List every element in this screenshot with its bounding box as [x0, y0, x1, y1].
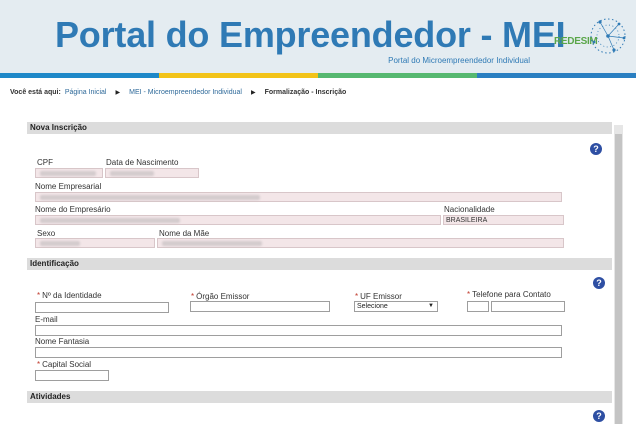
breadcrumb-lead: Você está aqui:: [10, 89, 61, 96]
nacionalidade-label: Nacionalidade: [444, 205, 495, 214]
nacionalidade-field: BRASILEIRA: [443, 215, 564, 225]
help-icon[interactable]: ?: [593, 410, 605, 422]
email-label: E-mail: [35, 315, 58, 324]
nome-empresarial-label: Nome Empresarial: [35, 182, 102, 191]
nome-empresario-field: [35, 215, 441, 225]
breadcrumb-arrow-icon: ▶: [115, 90, 121, 96]
orgao-emissor-input[interactable]: [190, 301, 330, 312]
identidade-input[interactable]: [35, 302, 169, 313]
capital-social-label: * Capital Social: [37, 360, 92, 369]
section-atividades: Atividades: [27, 391, 612, 403]
telefone-label: * Telefone para Contato: [467, 290, 551, 299]
nome-mae-label: Nome da Mãe: [159, 229, 210, 238]
breadcrumb-home-link[interactable]: Página Inicial: [65, 89, 107, 96]
breadcrumb: Você está aqui: Página Inicial ▶ MEI - M…: [10, 89, 346, 96]
help-icon[interactable]: ?: [590, 143, 602, 155]
cpf-label: CPF: [37, 158, 53, 167]
scrollbar-thumb[interactable]: [615, 134, 622, 424]
capital-social-input[interactable]: [35, 370, 109, 381]
nome-empresarial-field: [35, 192, 562, 202]
sexo-label: Sexo: [37, 229, 56, 238]
uf-emissor-label: * UF Emissor: [355, 292, 402, 301]
nome-fantasia-label: Nome Fantasia: [35, 337, 90, 346]
telefone-numero-input[interactable]: [491, 301, 565, 312]
header-color-strip: [0, 73, 636, 78]
nascimento-label: Data de Nascimento: [106, 158, 179, 167]
identidade-label: * Nº da Identidade: [37, 291, 102, 300]
uf-emissor-select[interactable]: Selecione ▼: [354, 301, 438, 312]
page-subtitle: Portal do Microempreendedor Individual: [388, 56, 530, 65]
help-icon[interactable]: ?: [593, 277, 605, 289]
breadcrumb-arrow-icon: ▶: [250, 90, 256, 96]
nome-fantasia-input[interactable]: [35, 347, 562, 358]
chevron-down-icon: ▼: [428, 303, 434, 309]
section-identificacao: Identificação: [27, 258, 612, 270]
nome-empresario-label: Nome do Empresário: [35, 205, 111, 214]
nacionalidade-value: BRASILEIRA: [446, 217, 488, 224]
globe-logo-icon: [590, 18, 626, 54]
page-title: Portal do Empreendedor - MEI: [55, 14, 566, 55]
orgao-emissor-label: * Órgão Emissor: [191, 292, 250, 301]
section-nova-inscricao: Nova Inscrição: [27, 122, 612, 134]
breadcrumb-current: Formalização - Inscrição: [264, 89, 347, 96]
email-input[interactable]: [35, 325, 562, 336]
uf-selected-value: Selecione: [357, 303, 388, 310]
sexo-field: [35, 238, 155, 248]
cpf-field: [35, 168, 103, 178]
nome-mae-field: [157, 238, 564, 248]
nascimento-field: [105, 168, 199, 178]
telefone-ddd-input[interactable]: [467, 301, 489, 312]
breadcrumb-mei-link[interactable]: MEI - Microempreendedor Individual: [129, 89, 242, 96]
